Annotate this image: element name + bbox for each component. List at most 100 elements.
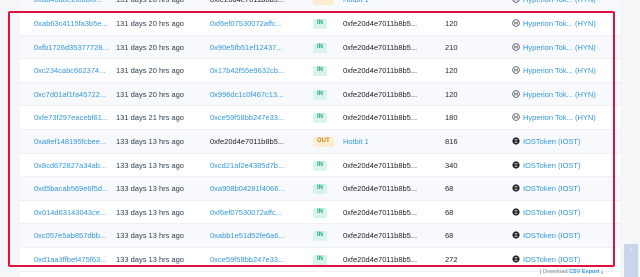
- txn-hash-link[interactable]: 0xd5bacab569e6f5d...: [34, 177, 108, 201]
- csv-export-link[interactable]: CSV Export: [569, 269, 599, 275]
- direction-badge: IN: [313, 231, 327, 242]
- token-link[interactable]: IOSToken (IOST): [512, 154, 581, 178]
- txn-hash-link[interactable]: 0xc7d01af1fa45722...: [34, 83, 106, 107]
- table-row: 0x8cd672827a34ab... 133 days 13 hrs ago …: [20, 154, 620, 178]
- quantity-value: 120: [445, 19, 458, 28]
- table-row: 0xab63c4115fa3b5e... 131 days 20 hrs ago…: [20, 12, 620, 36]
- token-link[interactable]: IOSToken (IOST): [512, 201, 581, 225]
- iost-token-icon: [512, 208, 520, 216]
- txn-hash-link[interactable]: 0xd1aa3ffbef475f63...: [34, 248, 106, 272]
- direction-badge: OUT: [313, 137, 334, 147]
- from-address[interactable]: 0xce59f58bb247e33...: [210, 106, 284, 130]
- from-address[interactable]: 0xf6ef07530072affc...: [210, 201, 282, 225]
- token-name: Hyperion Tok... (HYN): [523, 0, 596, 4]
- table-row: 0xd1aa3ffbef475f63... 133 days 13 hrs ag…: [20, 248, 620, 272]
- token-link[interactable]: Hyperion Tok... (HYN): [512, 0, 596, 12]
- quantity-value: 340: [445, 160, 458, 170]
- txn-age: 133 days 13 hrs ago: [116, 137, 184, 146]
- token-link[interactable]: Hyperion Tok... (HYN): [512, 36, 596, 60]
- from-address[interactable]: 0x17b42f55e9632cb...: [210, 59, 284, 83]
- quantity-value: 180: [445, 113, 458, 123]
- hyperion-token-icon: [512, 113, 520, 122]
- table-row: 0xc7d01af1fa45722... 131 days 20 hrs ago…: [20, 82, 620, 107]
- iost-token-icon: [512, 231, 520, 239]
- txn-age: 131 days 20 hrs ago: [116, 66, 184, 76]
- token-link[interactable]: Hyperion Tok... (HYN): [512, 106, 596, 130]
- txn-age: 131 days 20 hrs ago: [116, 19, 184, 28]
- txn-hash-link[interactable]: 0xab63c4115fa3b5e...: [34, 12, 108, 36]
- from-address[interactable]: 0x996dc1c0f467c13...: [210, 83, 283, 107]
- txn-age: 131 days 20 hrs ago: [116, 42, 184, 52]
- txn-age: 131 days 20 hrs ago: [116, 89, 184, 99]
- token-link[interactable]: Hyperion Tok... (HYN): [512, 12, 596, 36]
- from-address[interactable]: 0x90e5fb51ef12437...: [210, 36, 283, 60]
- table-row: 0xfb1726d35377728... 131 days 20 hrs ago…: [20, 35, 620, 60]
- token-name: IOSToken (IOST): [523, 231, 581, 241]
- table-row: 0x014d63143043ce... 133 days 13 hrs ago …: [20, 201, 620, 225]
- table-row: 0xab46d8e2f80bf6... 131 days 20 hrs ago …: [20, 0, 620, 12]
- token-name: Hyperion Tok... (HYN): [523, 113, 596, 123]
- direction-badge: IN: [313, 66, 327, 77]
- from-address[interactable]: 0xa908b04281f4066...: [210, 177, 285, 201]
- quantity-value: 120: [445, 66, 458, 76]
- hyperion-token-icon: [512, 0, 520, 4]
- token-name: IOSToken (IOST): [523, 207, 581, 217]
- txn-hash-link[interactable]: 0xab46d8e2f80bf6...: [34, 0, 102, 12]
- csv-export-footer: [ Download CSV Export ⤓: [540, 269, 603, 276]
- token-link[interactable]: IOSToken (IOST): [512, 177, 581, 201]
- txn-hash-link[interactable]: 0xc057e5ab857dbb...: [34, 224, 106, 248]
- direction-badge: IN: [313, 255, 327, 265]
- quantity-value: 68: [445, 207, 454, 217]
- txn-hash-link[interactable]: 0xa8ef148195fcbee...: [34, 130, 106, 154]
- direction-badge: IN: [313, 89, 327, 100]
- to-address: 0xfe20d4e7011b8b5...: [343, 42, 418, 52]
- txn-age: 133 days 13 hrs ago: [116, 255, 184, 264]
- token-link[interactable]: IOSToken (IOST): [512, 224, 581, 248]
- token-name: Hyperion Tok... (HYN): [523, 19, 596, 28]
- txn-hash-link[interactable]: 0xc234cabc662374...: [34, 59, 105, 83]
- to-address[interactable]: Hotbit 1: [343, 130, 369, 154]
- token-link[interactable]: Hyperion Tok... (HYN): [512, 59, 596, 83]
- download-prefix: [ Download: [540, 269, 568, 275]
- txn-hash-link[interactable]: 0xfe73f297eacebf61...: [34, 106, 108, 130]
- token-link[interactable]: Hyperion Tok... (HYN): [512, 83, 596, 107]
- direction-badge: IN: [313, 207, 327, 218]
- token-name: Hyperion Tok... (HYN): [523, 42, 596, 52]
- to-address: 0xfe20d4e7011b8b5...: [343, 113, 418, 123]
- from-address[interactable]: 0xce59f58bb247e33...: [210, 248, 284, 272]
- to-address[interactable]: Hotbit 1: [343, 0, 369, 12]
- table-row: 0xd5bacab569e6f5d... 133 days 13 hrs ago…: [20, 177, 620, 201]
- iost-token-icon: [512, 137, 520, 145]
- to-address: 0xfe20d4e7011b8b5...: [343, 184, 418, 194]
- to-address: 0xfe20d4e7011b8b5...: [343, 160, 418, 170]
- token-name: IOSToken (IOST): [523, 160, 581, 170]
- quantity-value: 272: [445, 255, 458, 264]
- txn-age: 133 days 13 hrs ago: [116, 184, 184, 194]
- to-address: 0xfe20d4e7011b8b5...: [343, 66, 418, 76]
- direction-badge: IN: [313, 113, 327, 124]
- arrow-up-icon: ↑: [629, 247, 633, 254]
- quantity-value: 68: [445, 184, 454, 194]
- txn-hash-link[interactable]: 0xfb1726d35377728...: [34, 36, 109, 60]
- table-row: 0xfe73f297eacebf61... 131 days 21 hrs ag…: [20, 106, 620, 130]
- quantity-value: 210: [445, 42, 458, 52]
- hyperion-token-icon: [512, 66, 520, 74]
- from-address: 0xfe20d4e7011b8b5...: [210, 0, 284, 12]
- to-address: 0xfe20d4e7011b8b5...: [343, 231, 418, 241]
- token-name: IOSToken (IOST): [523, 184, 581, 194]
- from-address[interactable]: 0xabb1e51d52fe6a6...: [210, 224, 285, 248]
- direction-badge: IN: [313, 160, 327, 171]
- from-address[interactable]: 0xcd21af2e4385d7b...: [210, 154, 284, 178]
- txn-age: 131 days 21 hrs ago: [116, 113, 184, 123]
- back-to-top-button[interactable]: ↑: [624, 244, 638, 277]
- token-name: Hyperion Tok... (HYN): [523, 66, 596, 76]
- txn-hash-link[interactable]: 0x014d63143043ce...: [34, 201, 106, 225]
- to-address: 0xfe20d4e7011b8b5...: [343, 207, 418, 217]
- token-link[interactable]: IOSToken (IOST): [512, 130, 581, 154]
- from-address[interactable]: 0xf6ef07530072affc...: [210, 12, 282, 36]
- from-address: 0xfe20d4e7011b8b5...: [210, 137, 285, 146]
- table-row: 0xa8ef148195fcbee... 133 days 13 hrs ago…: [20, 130, 620, 154]
- txn-hash-link[interactable]: 0x8cd672827a34ab...: [34, 154, 106, 178]
- txn-age: 133 days 13 hrs ago: [116, 207, 184, 217]
- token-name: IOSToken (IOST): [523, 255, 581, 264]
